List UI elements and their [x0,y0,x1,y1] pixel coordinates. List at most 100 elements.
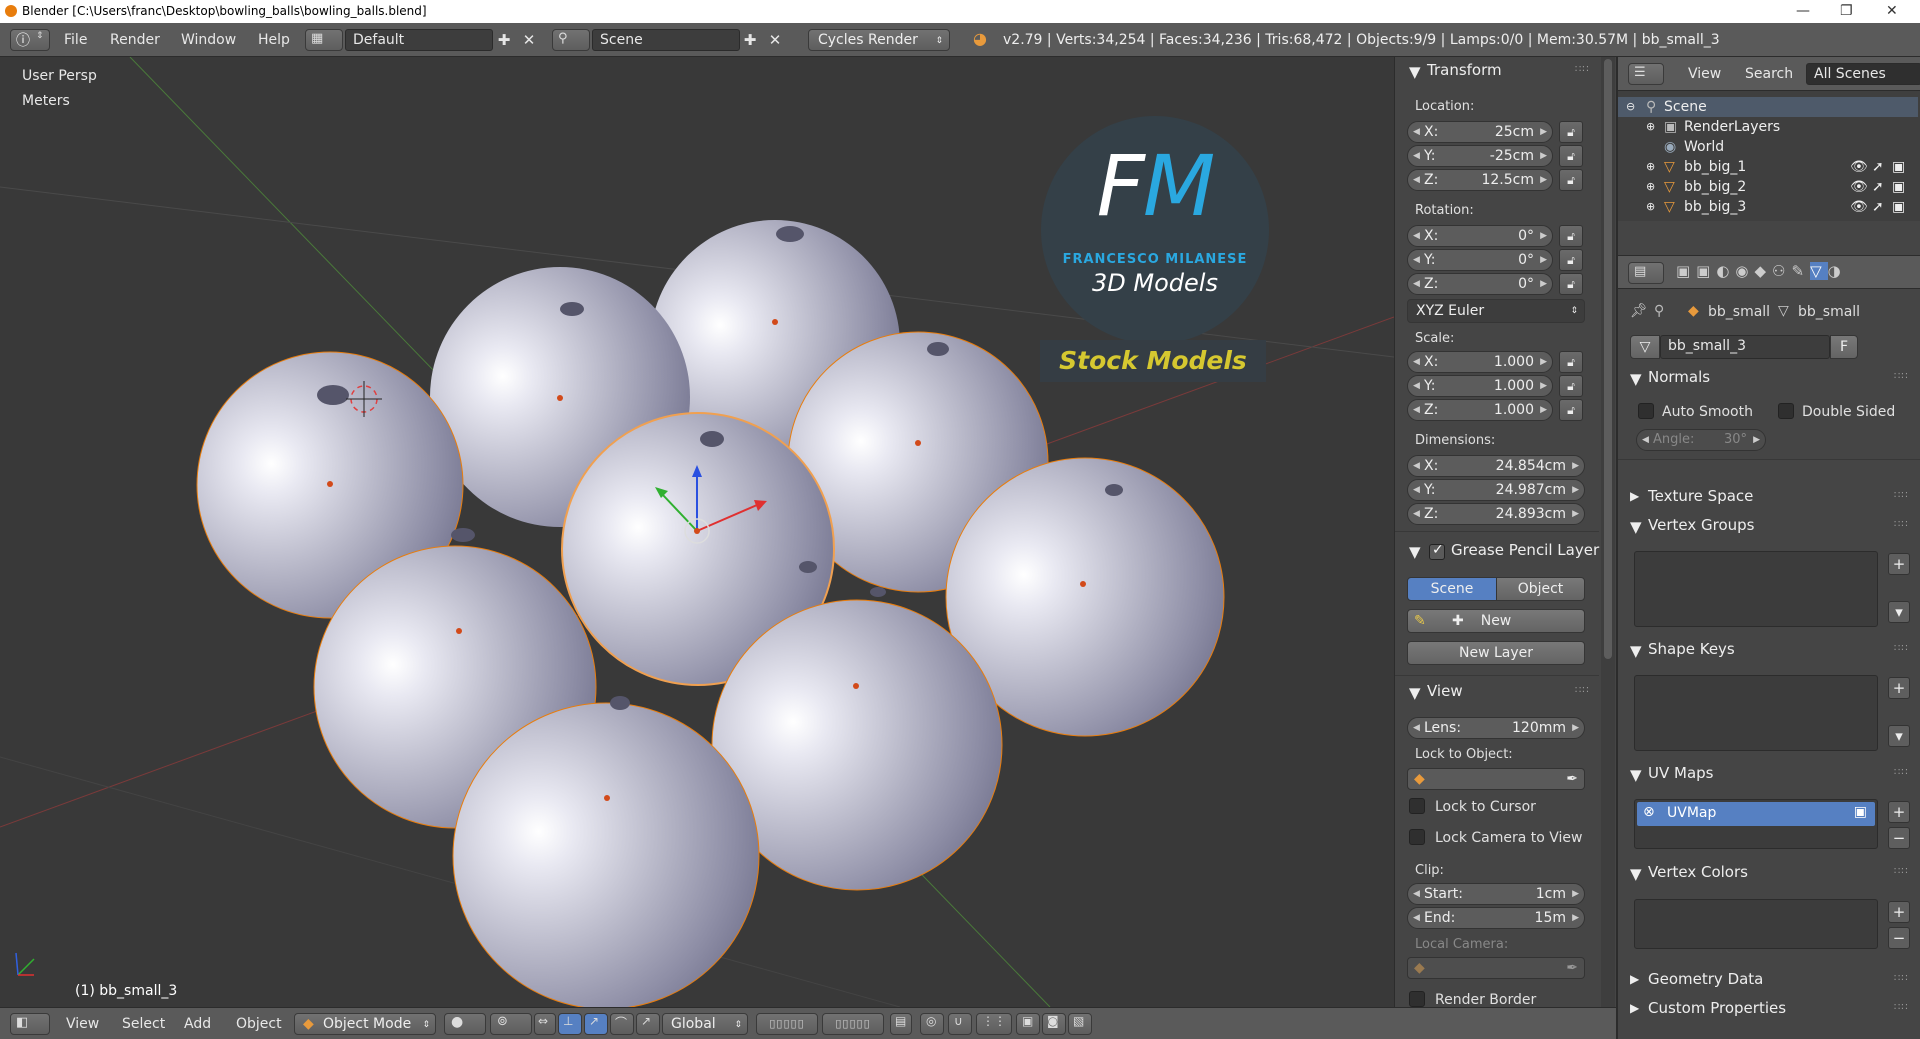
shape-keys-panel-title[interactable]: Shape Keys [1648,640,1735,658]
lock-icon[interactable]: 🔓︎ [1559,225,1583,247]
viewport-menu-add[interactable]: Add [184,1016,211,1032]
lock-icon[interactable]: 🔓︎ [1559,121,1583,143]
mesh-name-field[interactable]: bb_small_3 [1660,335,1830,359]
menu-render[interactable]: Render [110,32,160,48]
add-scene-icon[interactable]: ✚ [740,28,760,52]
grease-pencil-checkbox[interactable]: ✓ [1429,542,1445,560]
chevron-down-icon[interactable]: ▼ [1409,543,1421,561]
mesh-browse-button[interactable]: ▽ [1630,335,1660,359]
viewport-menu-object[interactable]: Object [236,1016,282,1032]
chevron-down-icon[interactable]: ▼ [1630,642,1642,660]
opengl-render-image-button[interactable]: ▣ [1016,1013,1040,1035]
double-sided-checkbox[interactable] [1778,403,1794,419]
scale-y-field[interactable]: ◀ Y: 1.000 ▶ [1407,375,1553,397]
minimize-icon[interactable]: — [1796,0,1810,23]
translate-manipulator-button[interactable]: ⊥ [558,1013,582,1035]
cursor-select-icon[interactable]: ➚ [1872,177,1884,197]
new-layer-button[interactable]: New Layer [1407,641,1585,665]
dimensions-y-field[interactable]: ◀ Y: 24.987cm ▶ [1407,479,1585,501]
new-grease-pencil-button[interactable]: ✎ ✚ New [1407,609,1585,633]
drag-handle-icon[interactable]: ∷∷ [1575,685,1590,696]
scene-browse-button[interactable]: ⚲ [552,29,590,51]
snap-toggle[interactable]: ∪ [948,1013,972,1035]
outliner-row-scene[interactable]: ⊖ ⚲ Scene [1618,97,1918,117]
pin-icon[interactable]: 📌︎ [1630,303,1648,319]
uv-map-row[interactable]: ⊗ UVMap ▣ [1637,802,1875,826]
outliner-row-bb-big-1[interactable]: ⊕ ▽ bb_big_1 👁︎ ➚ ▣ [1618,157,1918,177]
vertex-colors-panel-title[interactable]: Vertex Colors [1648,863,1748,881]
scale-z-field[interactable]: ◀ Z: 1.000 ▶ [1407,399,1553,421]
outliner-row-bb-big-2[interactable]: ⊕ ▽ bb_big_2 👁︎ ➚ ▣ [1618,177,1918,197]
drag-handle-icon[interactable]: ∷∷ [1575,64,1590,75]
rotation-y-field[interactable]: ◀ Y: 0° ▶ [1407,249,1553,271]
custom-properties-panel-title[interactable]: Custom Properties [1648,999,1786,1017]
camera-render-icon[interactable]: ▣ [1892,157,1905,177]
eye-icon[interactable]: 👁︎ [1850,157,1868,177]
add-shape-key-icon[interactable]: + [1888,677,1910,699]
lock-icon[interactable]: 🔓︎ [1559,249,1583,271]
outliner-menu-search[interactable]: Search [1745,66,1793,82]
3d-viewport[interactable]: User Persp Meters (1) bb_small_3 FM FRAN… [0,57,1394,1007]
lock-camera-checkbox[interactable] [1409,829,1425,845]
manipulator-toggle[interactable]: ⇔ [534,1013,556,1035]
viewport-menu-select[interactable]: Select [122,1016,165,1032]
close-icon[interactable]: ✕ [1886,0,1898,23]
expand-icon[interactable]: ⊕ [1646,157,1655,177]
menu-window[interactable]: Window [181,32,236,48]
dimensions-x-field[interactable]: ◀ X: 24.854cm ▶ [1407,455,1585,477]
normals-panel-title[interactable]: Normals [1648,368,1710,386]
scale-x-field[interactable]: ◀ X: 1.000 ▶ [1407,351,1553,373]
remove-layout-icon[interactable]: ✕ [519,28,539,52]
chevron-right-icon[interactable]: ▶ [1630,1001,1639,1015]
location-y-field[interactable]: ◀ Y: -25cm ▶ [1407,145,1553,167]
rotation-mode-select[interactable]: XYZ Euler ⇕ [1407,299,1585,323]
expand-icon[interactable]: ⊕ [1646,177,1655,197]
proportional-edit-button[interactable]: ◎ [920,1013,944,1035]
eyedropper-icon[interactable]: ✒ [1566,958,1578,978]
menu-file[interactable]: File [64,32,87,48]
cursor-select-icon[interactable]: ➚ [1872,197,1884,217]
camera-render-icon[interactable]: ▣ [1892,177,1905,197]
remove-uv-map-icon[interactable]: − [1888,827,1910,849]
location-x-field[interactable]: ◀ X: 25cm ▶ [1407,121,1553,143]
grease-pencil-panel-title[interactable]: Grease Pencil Layer [1451,541,1599,559]
shelf-scrollbar[interactable] [1601,57,1615,1007]
layout-name-field[interactable]: Default [345,29,493,51]
clapperboard-button[interactable]: ▧ [1068,1013,1092,1035]
camera-render-icon[interactable]: ▣ [1892,197,1905,217]
chevron-right-icon[interactable]: ▶ [1630,489,1639,503]
outliner-row-renderlayers[interactable]: ⊕ ▣ RenderLayers [1618,117,1918,137]
chevron-down-icon[interactable]: ▼ [1409,684,1421,702]
clip-start-field[interactable]: ◀ Start: 1cm ▶ [1407,883,1585,905]
viewport-menu-view[interactable]: View [66,1016,99,1032]
chevron-down-icon[interactable]: ▼ [1630,518,1642,536]
opengl-render-animation-button[interactable]: ◙ [1042,1013,1066,1035]
eye-icon[interactable]: 👁︎ [1850,177,1868,197]
vertex-colors-list[interactable] [1634,899,1878,949]
expand-icon[interactable]: ⊕ [1646,117,1655,137]
rotation-x-field[interactable]: ◀ X: 0° ▶ [1407,225,1553,247]
outliner-row-world[interactable]: ◉ World [1618,137,1918,157]
remove-scene-icon[interactable]: ✕ [765,28,785,52]
scale-manipulator-button[interactable]: ⌒ [610,1013,634,1035]
snap-element-select[interactable]: ⋮⋮ [976,1013,1012,1035]
lock-to-cursor-checkbox[interactable] [1409,798,1425,814]
cursor-select-icon[interactable]: ➚ [1872,157,1884,177]
mode-select[interactable]: ◆ Object Mode ⇕ [294,1013,436,1035]
view-panel-title[interactable]: View [1427,682,1463,700]
outliner-row-bb-big-3[interactable]: ⊕ ▽ bb_big_3 👁︎ ➚ ▣ [1618,197,1918,217]
location-z-field[interactable]: ◀ Z: 12.5cm ▶ [1407,169,1553,191]
texture-space-panel-title[interactable]: Texture Space [1648,487,1753,505]
lens-field[interactable]: ◀ Lens: 120mm ▶ [1407,717,1585,739]
add-vertex-group-icon[interactable]: + [1888,553,1910,575]
lock-icon[interactable]: 🔓︎ [1559,351,1583,373]
vertex-group-menu-icon[interactable]: ▾ [1888,601,1910,623]
uv-maps-list[interactable]: ⊗ UVMap ▣ [1634,799,1878,849]
properties-context-tabs[interactable]: ▣▣◐◉◆⚇✎▽◑ [1676,262,1847,280]
auto-smooth-checkbox[interactable] [1638,403,1654,419]
fake-user-button[interactable]: F [1830,335,1858,359]
menu-help[interactable]: Help [258,32,290,48]
outliner-filter-select[interactable]: All Scenes [1806,63,1920,85]
tab-scene[interactable]: Scene [1407,577,1497,601]
orientation-select[interactable]: Global ⇕ [662,1013,748,1035]
